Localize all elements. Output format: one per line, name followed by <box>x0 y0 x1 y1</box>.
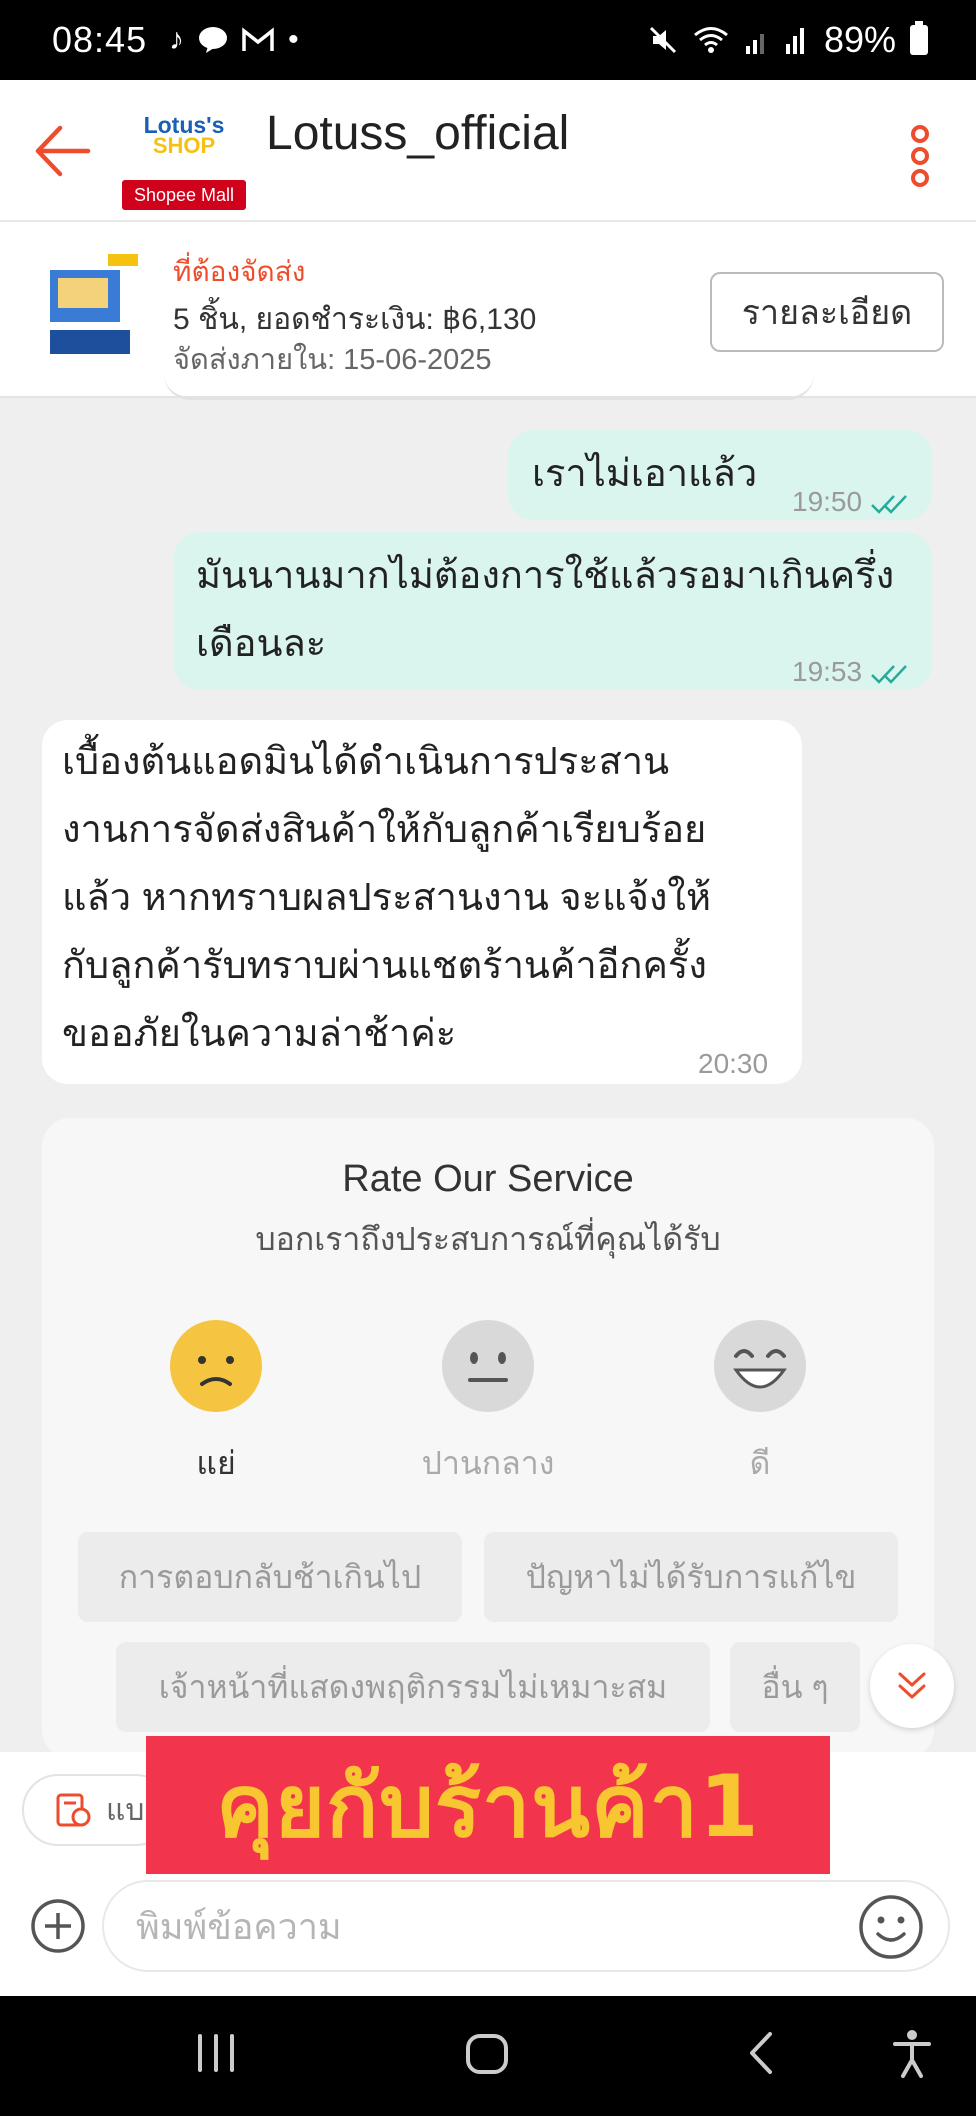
feedback-chip[interactable]: อื่น ๆ <box>730 1642 860 1732</box>
neutral-face-icon[interactable] <box>440 1318 536 1414</box>
previous-message-edge <box>164 370 814 400</box>
my-message[interactable]: เราไม่เอาแล้ว 19:50 <box>508 430 932 520</box>
feedback-chip[interactable]: การตอบกลับช้าเกินไป <box>78 1532 462 1622</box>
shop-logo[interactable]: Lotus's SHOP Shopee Mall <box>120 114 248 210</box>
product-thumbnail <box>50 254 138 354</box>
read-check-icon <box>871 494 907 514</box>
feedback-chip[interactable]: ปัญหาไม่ได้รับการแก้ไข <box>484 1532 898 1622</box>
shopee-mall-badge: Shopee Mall <box>122 180 246 210</box>
message-placeholder: พิมพ์ข้อความ <box>136 1905 342 1947</box>
recent-apps-icon[interactable] <box>194 2028 238 2078</box>
message-time: 19:50 <box>792 468 910 536</box>
message-input[interactable]: พิมพ์ข้อความ <box>102 1880 950 1972</box>
wifi-icon <box>693 27 728 53</box>
message-text-line: กับลูกค้ารับทราบผ่านแชตร้านค้าอีกครั้ง <box>62 945 707 987</box>
status-bar: 08:45 ♪ • 89% <box>0 0 976 80</box>
message-text-line: เดือนละ <box>196 623 327 665</box>
my-message[interactable]: มันนานมากไม่ต้องการใช้แล้วรอมาเกินครึ่ง … <box>174 532 932 690</box>
add-attachment-icon[interactable] <box>30 1898 86 1954</box>
feedback-chip[interactable]: เจ้าหน้าที่แสดงพฤติกรรมไม่เหมาะสม <box>116 1642 710 1732</box>
signal-icon <box>785 28 804 54</box>
message-text-line: ขออภัยในความล่าช้าค่ะ <box>62 1013 457 1055</box>
message-text-line: เบื้องต้นแอดมินได้ดำเนินการประสาน <box>62 741 670 783</box>
message-text-line: งานการจัดส่งสินค้าให้กับลูกค้าเรียบร้อย <box>62 809 707 851</box>
system-nav-bar <box>0 1996 976 2116</box>
order-status: ที่ต้องจัดส่ง <box>173 256 306 287</box>
quick-reply-label: แบ <box>106 1793 145 1827</box>
notification-icons: ♪ • <box>169 23 299 57</box>
status-time: 08:45 <box>52 19 148 60</box>
shop-message[interactable]: เบื้องต้นแอดมินได้ดำเนินการประสาน งานการ… <box>42 720 802 1084</box>
order-details-button[interactable]: รายละเอียด <box>710 272 944 352</box>
accessibility-icon[interactable] <box>892 2028 932 2078</box>
rating-title: Rate Our Service <box>342 1158 634 1200</box>
message-text-line: มันนานมากไม่ต้องการใช้แล้วรอมาเกินครึ่ง <box>196 555 895 597</box>
mute-icon <box>649 26 676 54</box>
happy-face-icon[interactable] <box>712 1318 808 1414</box>
dot-icon: • <box>288 23 299 56</box>
sad-face-icon[interactable] <box>168 1318 264 1414</box>
home-icon[interactable] <box>464 2028 510 2078</box>
message-time: 19:53 <box>792 638 910 706</box>
battery-icon <box>910 21 928 55</box>
gmail-icon <box>242 27 274 51</box>
time-text: 19:53 <box>792 656 863 687</box>
rating-label-neutral[interactable]: ปานกลาง <box>388 1438 588 1489</box>
survey-icon <box>56 1793 91 1827</box>
double-chevron-down-icon <box>898 1672 926 1699</box>
chat-header: Lotus's SHOP Shopee Mall Lotuss_official <box>0 80 976 222</box>
signal-icon <box>745 34 764 54</box>
rate-service-card: Rate Our Service บอกเราถึงประสบการณ์ที่ค… <box>42 1118 934 1758</box>
read-check-icon <box>871 664 907 684</box>
rating-label-bad[interactable]: แย่ <box>116 1438 316 1489</box>
logo-subtext: SHOP <box>152 133 216 158</box>
line-icon <box>199 27 228 53</box>
message-time: 20:30 <box>698 1048 769 1079</box>
tiktok-icon: ♪ <box>169 23 185 56</box>
rating-label-good[interactable]: ดี <box>660 1438 860 1489</box>
time-text: 19:50 <box>792 486 863 517</box>
message-text: เราไม่เอาแล้ว <box>532 453 758 495</box>
shop-name[interactable]: Lotuss_official <box>266 106 569 161</box>
battery-level: 89% <box>823 19 896 60</box>
message-text-line: แล้ว หากทราบผลประสานงาน จะแจ้งให้ <box>62 877 712 919</box>
back-arrow-icon[interactable] <box>30 120 92 182</box>
scroll-to-bottom-button[interactable] <box>870 1644 954 1728</box>
more-options-icon[interactable] <box>908 124 932 188</box>
overlay-caption: คุยกับร้านค้า1 <box>146 1736 830 1874</box>
emoji-icon[interactable] <box>854 1890 928 1964</box>
rating-subtitle: บอกเราถึงประสบการณ์ที่คุณได้รับ <box>255 1221 721 1257</box>
back-nav-icon[interactable] <box>746 2028 776 2078</box>
